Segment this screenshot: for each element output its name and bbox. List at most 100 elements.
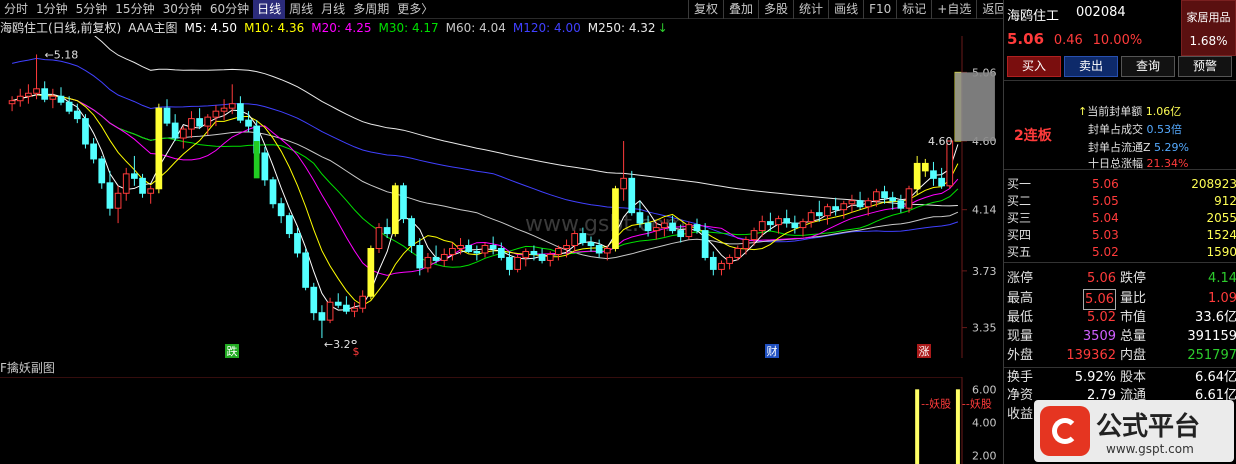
candlestick-chart[interactable]: www.gsbt.com5.064.604.143.733.35←5.18←3.… — [0, 36, 1000, 358]
period-tab[interactable]: 周线 — [285, 0, 317, 19]
candle — [799, 218, 807, 237]
candle-body — [514, 256, 521, 270]
candle — [628, 170, 636, 216]
candle-body — [481, 245, 489, 254]
candle — [563, 239, 570, 258]
period-tab[interactable]: 分时 — [0, 0, 32, 19]
toolbar-button[interactable]: 标记 — [896, 0, 931, 19]
candle-body — [848, 200, 856, 205]
candle-body — [237, 103, 244, 121]
sub-indicator-chart[interactable]: 6.00 4.00 2.00 --妖股 --妖股 — [0, 377, 1000, 464]
candle — [612, 185, 619, 252]
stats-row: 外盘 139362 内盘 251797 — [1004, 346, 1236, 365]
order-book-row[interactable]: 买三 5.04 2055 — [1004, 210, 1236, 226]
trade-buttons: 买入 卖出 查询 预警 — [1007, 56, 1235, 77]
candle-body — [171, 122, 179, 139]
order-book-row[interactable]: 买五 5.02 1590 — [1004, 244, 1236, 260]
seal-float-value: 5.29% — [1154, 141, 1189, 154]
bid-volume: 2055 — [1206, 211, 1236, 225]
sub-signal-label: --妖股 — [921, 396, 951, 410]
period-tab[interactable]: 日线 — [253, 0, 286, 19]
order-book-row[interactable]: 买四 5.03 1524 — [1004, 227, 1236, 243]
candle — [514, 254, 521, 273]
candle-body — [726, 256, 733, 264]
streak-label: 2连板 — [1014, 128, 1052, 144]
candle — [913, 155, 921, 195]
candle — [114, 185, 122, 224]
candle-body — [310, 286, 318, 314]
share-capital-label: 股本 — [1120, 370, 1147, 385]
period-tab[interactable]: 月线 — [317, 0, 349, 19]
sector-change-pct: 1.68% — [1189, 34, 1228, 48]
ten-day-gain-row: 十日总涨幅 21.34% — [1088, 155, 1188, 171]
candle-body — [375, 227, 383, 249]
candle-body — [449, 247, 456, 255]
seal-ratio-row: 封单占成交 0.53倍 — [1088, 121, 1182, 137]
period-tab[interactable]: 30分钟 — [159, 0, 206, 19]
order-book-row[interactable]: 买一 5.06 208923 — [1004, 176, 1236, 192]
candle — [489, 236, 497, 255]
sub-chart-title[interactable]: F擒妖副图 — [0, 360, 55, 377]
candle-body — [734, 247, 742, 258]
ma10-line — [11, 94, 959, 306]
candle-body — [881, 191, 888, 199]
candle — [791, 215, 799, 234]
query-button[interactable]: 查询 — [1121, 56, 1175, 77]
price-row: 5.06 0.46 10.00% — [1007, 30, 1148, 48]
candle — [522, 248, 530, 267]
toolbar-button[interactable]: 多股 — [758, 0, 793, 19]
candle-body — [65, 101, 73, 112]
candle — [57, 87, 65, 106]
candle-body — [25, 92, 32, 97]
sector-badge[interactable]: 家居用品 1.68% — [1181, 0, 1236, 56]
candle-body — [114, 192, 122, 209]
period-tab[interactable]: 1分钟 — [32, 0, 72, 19]
period-tab[interactable]: 更多〉 — [393, 0, 437, 19]
bid-price: 5.04 — [1092, 211, 1119, 225]
legend-stock-title: 海鸥住工(日线,前复权) — [0, 21, 122, 35]
candle-body — [367, 247, 375, 297]
order-book-row[interactable]: 买二 5.05 912 — [1004, 193, 1236, 209]
watermark-title: 公式平台 — [1096, 412, 1201, 442]
bid-price: 5.02 — [1092, 245, 1119, 259]
candle-body — [799, 221, 807, 229]
toolbar-button[interactable]: 画线 — [828, 0, 863, 19]
legend-indicator-name[interactable]: AAA主图 — [128, 19, 177, 36]
toolbar-button[interactable]: 叠加 — [723, 0, 758, 19]
candle-body — [106, 182, 114, 209]
candle-body — [628, 177, 636, 214]
period-tab[interactable]: 多周期 — [349, 0, 393, 19]
sell-button[interactable]: 卖出 — [1064, 56, 1118, 77]
market-cap-label: 市值 — [1120, 310, 1147, 325]
toolbar-button[interactable]: +自选 — [931, 0, 976, 19]
toolbar-button[interactable]: 统计 — [793, 0, 828, 19]
candle — [237, 96, 244, 124]
candle-body — [807, 212, 815, 223]
candle — [326, 297, 334, 324]
candle — [204, 114, 212, 136]
bid-volume: 208923 — [1191, 177, 1236, 191]
period-tab[interactable]: 15分钟 — [111, 0, 158, 19]
candle-body — [571, 233, 579, 247]
candle — [685, 221, 693, 240]
event-marker-label: 涨 — [919, 345, 930, 358]
toolbar-button[interactable]: 复权 — [688, 0, 723, 19]
legend-ma5: M5: 4.50 — [184, 20, 238, 35]
alert-button[interactable]: 预警 — [1178, 56, 1232, 77]
price-change-pct: 10.00% — [1092, 33, 1143, 48]
candle-body — [155, 107, 163, 190]
period-tab[interactable]: 60分钟 — [206, 0, 253, 19]
toolbar-button[interactable]: F10 — [863, 0, 896, 19]
candle-body — [701, 230, 709, 258]
buy-button[interactable]: 买入 — [1007, 56, 1061, 77]
period-tab[interactable]: 5分钟 — [72, 0, 112, 19]
candle-body — [840, 203, 848, 211]
candle-body — [913, 162, 921, 190]
candle — [693, 218, 701, 234]
ten-day-gain-label: 十日总涨幅 — [1088, 157, 1143, 170]
candle-body — [930, 170, 937, 179]
candle — [587, 236, 595, 252]
last-price-label: 4.60 — [928, 135, 953, 148]
candle-body — [636, 212, 644, 224]
volume-ratio-value: 1.09 — [1208, 291, 1236, 306]
